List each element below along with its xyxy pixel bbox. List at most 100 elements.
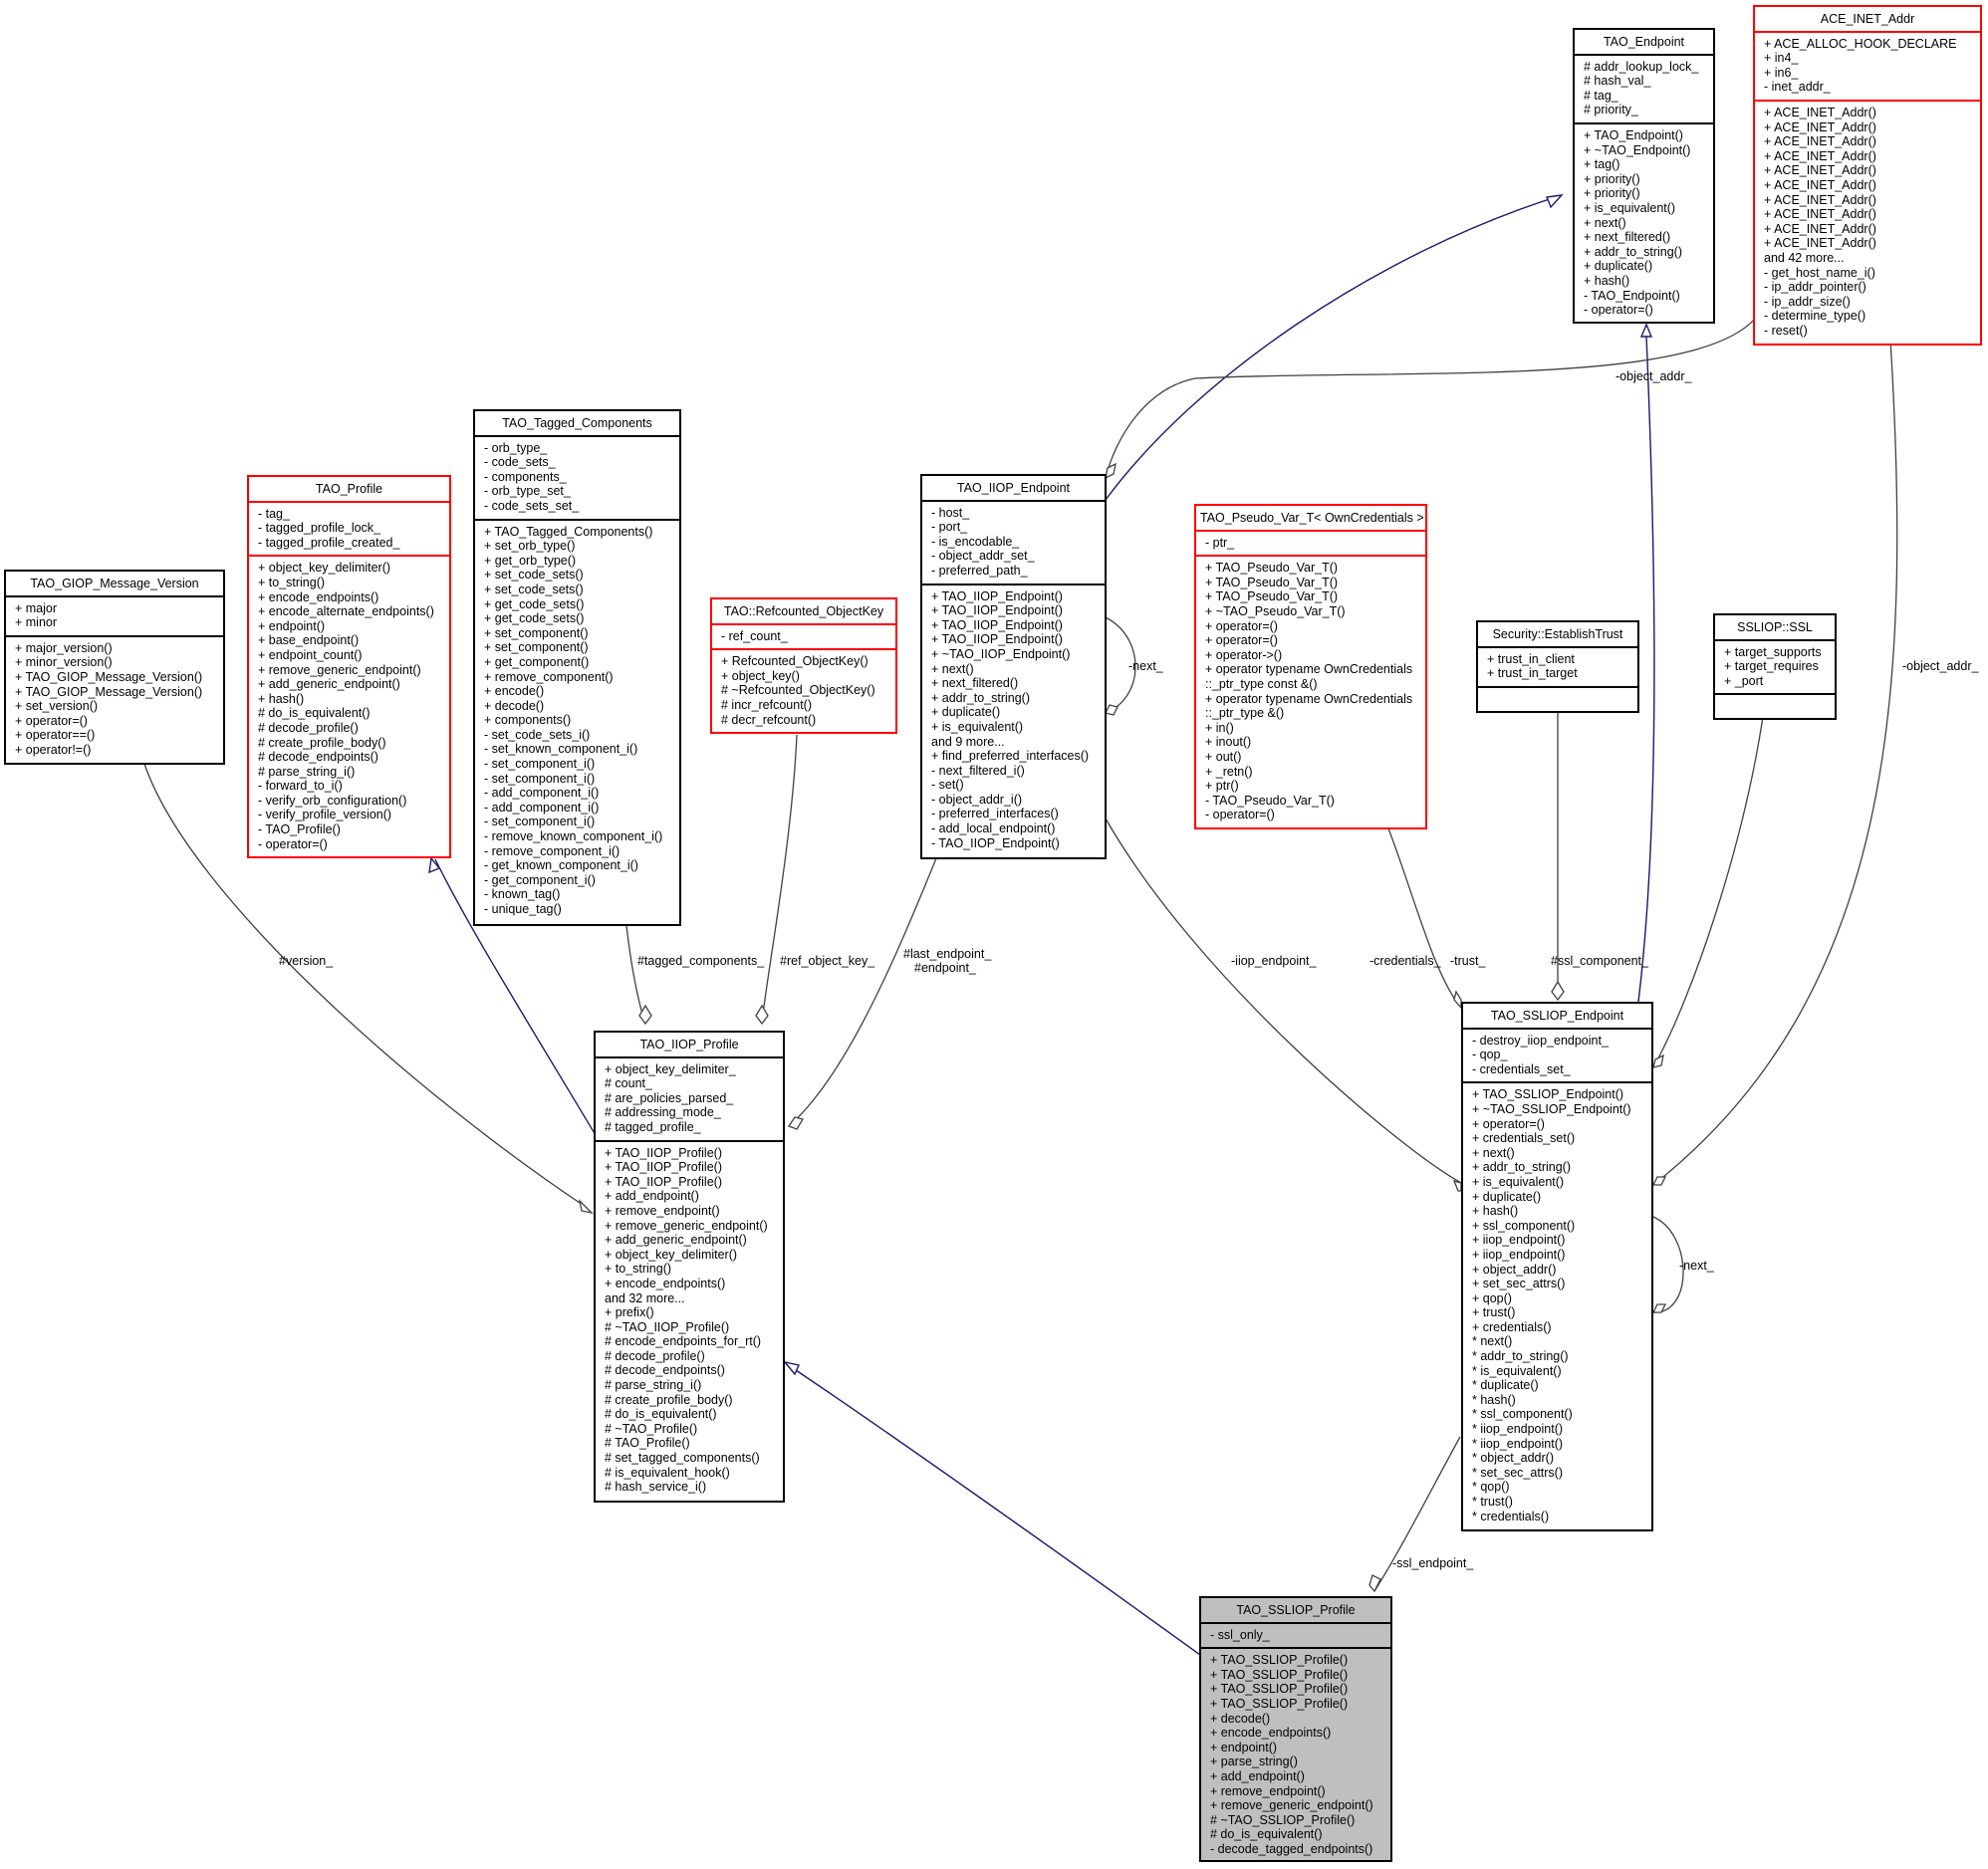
methods-section: + TAO_Pseudo_Var_T() + TAO_Pseudo_Var_T()…	[1196, 555, 1425, 827]
edge-tagged-components	[625, 925, 646, 1025]
member-row: + add_endpoint()	[1210, 1768, 1305, 1783]
member-row: and 9 more...	[931, 734, 1005, 749]
member-row: # is_equivalent_hook()	[605, 1465, 730, 1480]
attributes-section: - ref_count_	[712, 622, 895, 649]
member-row: + TAO_Pseudo_Var_T()	[1205, 561, 1339, 576]
member-row: + target_requires	[1724, 659, 1819, 674]
edge-ssl-component	[1652, 716, 1764, 1068]
member-row: + TAO_IIOP_Profile()	[605, 1160, 722, 1175]
class-tao-ssliop-profile[interactable]: TAO_SSLIOP_Profile - ssl_only_ + TAO_SSL…	[1199, 1596, 1392, 1862]
member-row: # incr_refcount()	[721, 697, 813, 712]
inheritance-arrowhead	[783, 1360, 800, 1376]
member-row: + qop()	[1472, 1290, 1512, 1305]
member-row: + set_sec_attrs()	[1472, 1277, 1566, 1291]
member-row: + iiop_endpoint()	[1472, 1247, 1566, 1262]
member-row: + find_preferred_interfaces()	[931, 749, 1090, 764]
member-row: + endpoint()	[1210, 1740, 1278, 1754]
attributes-section: - tag_ - tagged_profile_lock_ - tagged_pro…	[249, 500, 449, 556]
member-row: - TAO_Endpoint()	[1584, 288, 1680, 303]
member-row: + priority()	[1584, 186, 1640, 201]
class-tao-refcounted-objectkey[interactable]: TAO::Refcounted_ObjectKey - ref_count_ +…	[710, 597, 897, 734]
member-row: - host_	[931, 505, 970, 520]
member-row: + set_version()	[15, 699, 99, 714]
member-row: - object_addr_i()	[931, 792, 1023, 807]
member-row: + endpoint_count()	[258, 647, 363, 662]
member-row: # priority_	[1584, 103, 1638, 117]
member-row: + endpoint()	[258, 618, 326, 633]
member-row: + set_component()	[484, 625, 589, 640]
methods-section	[1478, 685, 1637, 712]
member-row: * credentials()	[1472, 1509, 1550, 1523]
member-row: + set_code_sets()	[484, 582, 584, 596]
member-row: + encode_endpoints()	[258, 589, 379, 604]
member-row: + object_key_delimiter()	[605, 1247, 738, 1262]
class-tao-iiop-profile[interactable]: TAO_IIOP_Profile + object_key_delimiter_…	[594, 1031, 785, 1503]
member-row: + duplicate()	[1584, 259, 1653, 274]
class-tao-pseudo-var-t[interactable]: TAO_Pseudo_Var_T< OwnCredentials > - ptr…	[1194, 504, 1427, 829]
member-row: - qop_	[1472, 1048, 1508, 1062]
member-row: + inout()	[1205, 735, 1252, 750]
member-row: + next()	[931, 661, 974, 676]
attributes-section: - host_ - port_ - is_encodable_ - object_ad…	[922, 499, 1105, 584]
class-tao-tagged-components[interactable]: TAO_Tagged_Components - orb_type_ - code_…	[473, 409, 681, 926]
member-row: + operator typename OwnCredentials	[1205, 662, 1413, 677]
member-row: * trust()	[1472, 1495, 1513, 1509]
member-row: - TAO_Profile()	[258, 822, 341, 837]
member-row: - get_component_i()	[484, 872, 596, 887]
member-row: * is_equivalent()	[1472, 1363, 1562, 1378]
member-row: + TAO_IIOP_Endpoint()	[931, 617, 1063, 632]
class-ssliop-ssl[interactable]: SSLIOP::SSL + target_supports + target_re…	[1713, 613, 1837, 720]
member-row: + ACE_INET_Addr()	[1764, 221, 1876, 236]
member-row: + TAO_IIOP_Endpoint()	[931, 588, 1063, 603]
member-row: + minor	[15, 615, 58, 630]
member-row: + set_orb_type()	[484, 539, 576, 554]
member-row: - known_tag()	[484, 887, 561, 902]
attributes-section: + major + minor	[6, 594, 223, 635]
member-row: + components()	[484, 713, 572, 728]
member-row: * object_addr()	[1472, 1451, 1554, 1466]
member-row: + minor_version()	[15, 655, 113, 670]
member-row: + credentials()	[1472, 1319, 1552, 1334]
member-row: + hash()	[1472, 1204, 1519, 1219]
member-row: - add_component_i()	[484, 786, 600, 801]
class-tao-ssliop-endpoint[interactable]: TAO_SSLIOP_Endpoint - destroy_iiop_endpo…	[1461, 1002, 1653, 1531]
member-row: - ip_addr_pointer()	[1764, 280, 1866, 295]
class-tao-profile[interactable]: TAO_Profile - tag_ - tagged_profile_lock_…	[247, 475, 451, 858]
member-row: - tagged_profile_lock_	[258, 521, 380, 536]
member-row: + is_equivalent()	[1472, 1174, 1565, 1189]
class-security-establishtrust[interactable]: Security::EstablishTrust + trust_in_clie…	[1476, 620, 1639, 713]
member-row: * addr_to_string()	[1472, 1349, 1569, 1364]
member-row: + is_equivalent()	[1584, 200, 1676, 215]
member-row: + object_key_delimiter_	[605, 1061, 736, 1076]
methods-section: + TAO_SSLIOP_Profile() + TAO_SSLIOP_Profi…	[1201, 1647, 1390, 1861]
methods-section	[1715, 693, 1835, 719]
member-row: - orb_type_set_	[484, 484, 571, 499]
member-row: + TAO_Endpoint()	[1584, 127, 1683, 142]
member-row: + trust_in_client	[1487, 651, 1575, 666]
member-row: * next()	[1472, 1334, 1513, 1349]
member-row: + credentials_set()	[1472, 1131, 1576, 1146]
member-row: - ip_addr_size()	[1764, 294, 1851, 309]
class-tao-giop-message-version[interactable]: TAO_GIOP_Message_Version + major + minor …	[4, 570, 225, 765]
edge-label-ssl-endpoint: -ssl_endpoint_	[1392, 1556, 1474, 1570]
member-row: - tag_	[258, 506, 290, 521]
class-ace-inet-addr[interactable]: ACE_INET_Addr + ACE_ALLOC_HOOK_DECLARE + …	[1753, 5, 1982, 346]
edge-iiop-endpoint-inherits-tao-endpoint	[1105, 194, 1563, 501]
class-tao-endpoint[interactable]: TAO_Endpoint # addr_lookup_lock_ # hash_v…	[1573, 28, 1715, 324]
class-tao-iiop-endpoint[interactable]: TAO_IIOP_Endpoint - host_ - port_ - is_enc…	[920, 474, 1107, 859]
member-row: - add_component_i()	[484, 800, 600, 815]
aggregation-diamond	[1652, 1053, 1664, 1068]
member-row: + hash()	[1584, 273, 1630, 288]
member-row: + major_version()	[15, 640, 113, 655]
member-row: + operator=()	[15, 713, 88, 728]
class-name: TAO_SSLIOP_Endpoint	[1490, 1009, 1624, 1023]
member-row: + ACE_ALLOC_HOOK_DECLARE	[1764, 36, 1957, 51]
member-row: - set_known_component_i()	[484, 742, 638, 757]
member-row: # decode_endpoints()	[258, 750, 378, 765]
edge-label-version: #version_	[279, 954, 334, 968]
member-row: - tagged_profile_created_	[258, 535, 400, 550]
member-row: + tag()	[1584, 157, 1620, 172]
member-row: + to_string()	[258, 575, 326, 589]
member-row: + TAO_Pseudo_Var_T()	[1205, 575, 1339, 589]
edge-credentials	[1387, 827, 1462, 1009]
